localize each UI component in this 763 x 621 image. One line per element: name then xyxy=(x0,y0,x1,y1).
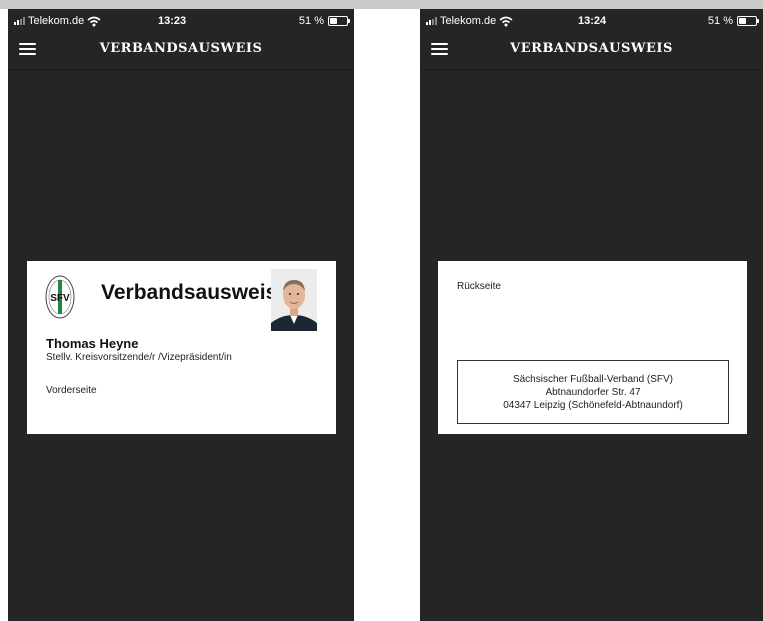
battery-percent: 51 % xyxy=(707,15,733,27)
carrier-label: Telekom.de xyxy=(440,15,497,27)
signal-icon xyxy=(14,17,25,25)
card-side-label: Rückseite xyxy=(457,281,501,292)
signal-icon xyxy=(426,17,437,25)
card-title: Verbandsausweis xyxy=(101,281,278,304)
sfv-logo: SFV xyxy=(45,275,75,319)
member-name: Thomas Heyne xyxy=(46,336,139,351)
wifi-icon xyxy=(499,16,513,26)
member-role: Stellv. Kreisvorsitzende/r /Vizepräsiden… xyxy=(46,352,232,363)
phone-screen-back: Telekom.de 13:24 51 % VERBANDSAUSWEIS Rü… xyxy=(420,9,763,621)
status-bar: Telekom.de 13:24 51 % xyxy=(420,9,763,29)
address-line-city: 04347 Leipzig (Schönefeld-Abtnaundorf) xyxy=(503,399,683,411)
status-right: 51 % xyxy=(707,15,759,27)
navigation-bar: VERBANDSAUSWEIS xyxy=(420,29,763,70)
status-right: 51 % xyxy=(298,15,350,27)
member-photo xyxy=(271,269,317,331)
status-time: 13:23 xyxy=(158,15,187,27)
logo-lettering: SFV xyxy=(50,293,70,304)
wifi-icon xyxy=(87,16,101,26)
battery-percent: 51 % xyxy=(298,15,324,27)
nav-title: VERBANDSAUSWEIS xyxy=(510,41,673,56)
membership-card-front: SFV Verbandsausweis Thomas Heyne Stellv.… xyxy=(27,261,336,434)
address-line-street: Abtnaundorfer Str. 47 xyxy=(545,386,641,398)
window-top-edge xyxy=(0,0,763,9)
battery-icon xyxy=(737,16,759,26)
address-box: Sächsischer Fußball-Verband (SFV) Abtnau… xyxy=(457,360,729,424)
nav-title: VERBANDSAUSWEIS xyxy=(99,41,263,56)
navigation-bar: VERBANDSAUSWEIS xyxy=(8,29,354,70)
carrier-label: Telekom.de xyxy=(28,15,85,27)
screenshot-divider xyxy=(354,9,420,621)
address-line-org: Sächsischer Fußball-Verband (SFV) xyxy=(512,373,674,385)
status-bar: Telekom.de 13:23 51 % xyxy=(8,9,354,29)
status-time: 13:24 xyxy=(578,15,607,27)
status-left: Telekom.de xyxy=(426,15,513,27)
phone-screen-front: Telekom.de 13:23 51 % VERBANDSAUSWEIS SF… xyxy=(8,9,354,621)
status-left: Telekom.de xyxy=(14,15,101,27)
battery-icon xyxy=(328,16,350,26)
card-side-label: Vorderseite xyxy=(46,385,97,396)
membership-card-back: Rückseite Sächsischer Fußball-Verband (S… xyxy=(438,261,747,434)
